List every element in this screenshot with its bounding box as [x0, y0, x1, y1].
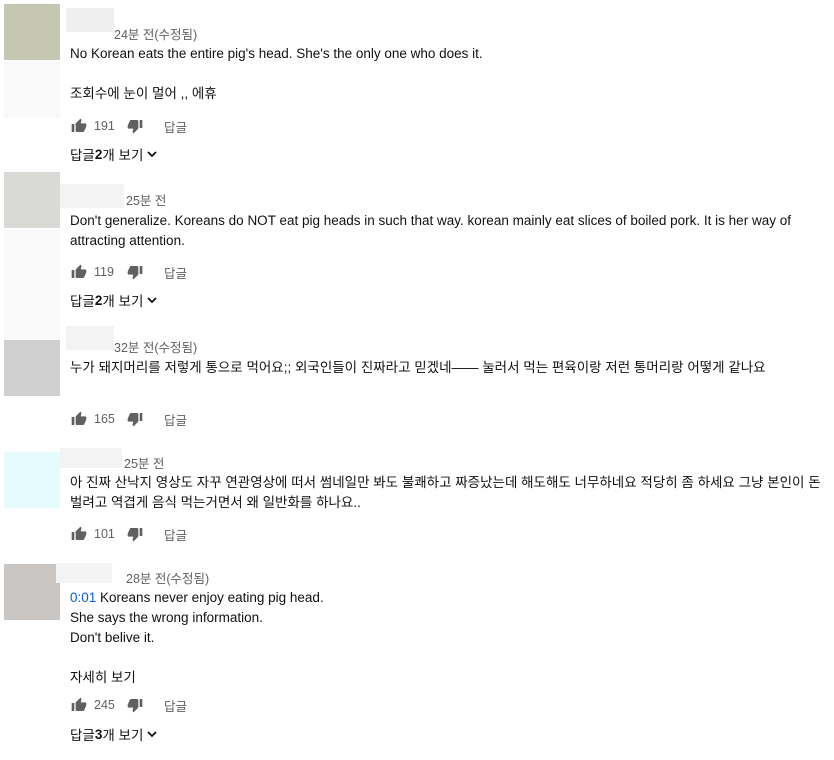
chevron-down-icon	[146, 728, 158, 740]
author-name-redacted[interactable]	[60, 184, 124, 208]
like-button[interactable]	[70, 696, 88, 714]
comment-text: 아 진짜 산낙지 영상도 자꾸 연관영상에 떠서 썸네일만 봐도 불쾌하고 짜증…	[70, 475, 821, 510]
thumb-up-icon	[71, 118, 87, 132]
reply-count: 2	[94, 146, 103, 162]
thumb-down-icon	[127, 266, 143, 280]
reply-count: 3	[94, 726, 103, 742]
comment-time[interactable]: 28분 전(수정됨)	[126, 568, 209, 587]
comment-actions: 245 답글	[70, 695, 187, 715]
comment-text: 누가 돼지머리를 저렇게 통으로 먹어요;; 외국인들이 진짜라고 믿겠네—— …	[70, 360, 766, 375]
dislike-button[interactable]	[126, 263, 144, 281]
view-replies-prefix: 답글	[70, 148, 95, 163]
like-count: 165	[94, 412, 115, 426]
reply-button[interactable]: 답글	[164, 410, 187, 429]
like-button[interactable]	[70, 117, 88, 135]
comment-text: Don't belive it.	[70, 630, 155, 645]
author-name-redacted[interactable]	[56, 563, 112, 583]
thumb-down-icon	[127, 699, 143, 713]
avatar-placeholder	[4, 62, 60, 118]
comment-actions: 165 답글	[70, 409, 187, 429]
reply-button[interactable]: 답글	[164, 117, 187, 136]
avatar-placeholder	[4, 284, 60, 340]
like-button[interactable]	[70, 263, 88, 281]
dislike-button[interactable]	[126, 117, 144, 135]
thumb-down-icon	[127, 528, 143, 542]
thumb-up-icon	[71, 697, 87, 711]
avatar-placeholder	[4, 230, 60, 286]
view-replies-suffix: 개 보기	[102, 148, 144, 163]
comment-text: 조회수에 눈이 멀어 ,, 에휴	[70, 86, 217, 101]
avatar[interactable]	[4, 172, 60, 228]
author-name-redacted[interactable]	[60, 448, 122, 468]
view-replies-button[interactable]: 답글 3개 보기	[70, 724, 158, 744]
like-button[interactable]	[70, 410, 88, 428]
like-count: 191	[94, 119, 115, 133]
comment-time[interactable]: 24분 전(수정됨)	[114, 24, 197, 43]
view-replies-button[interactable]: 답글 2개 보기	[70, 144, 158, 164]
like-count: 101	[94, 527, 115, 541]
like-button[interactable]	[70, 525, 88, 543]
dislike-button[interactable]	[126, 410, 144, 428]
view-replies-prefix: 답글	[70, 294, 95, 309]
reply-button[interactable]: 답글	[164, 263, 187, 282]
comment-actions: 101 답글	[70, 524, 187, 544]
comment-time[interactable]: 25분 전	[126, 190, 166, 209]
view-replies-button[interactable]: 답글 2개 보기	[70, 290, 158, 310]
dislike-button[interactable]	[126, 696, 144, 714]
reply-count: 2	[94, 292, 103, 308]
like-count: 245	[94, 698, 115, 712]
thumb-up-icon	[71, 411, 87, 425]
comment-text: Don't generalize. Koreans do NOT eat pig…	[70, 213, 791, 248]
author-name-redacted[interactable]	[66, 326, 114, 350]
dislike-button[interactable]	[126, 525, 144, 543]
comment-text: 0:01 Koreans never enjoy eating pig head…	[70, 588, 324, 608]
thumb-down-icon	[127, 413, 143, 427]
comment-text: She says the wrong information.	[70, 610, 263, 625]
reply-button[interactable]: 답글	[164, 525, 187, 544]
comment-time[interactable]: 32분 전(수정됨)	[114, 337, 197, 356]
reply-button[interactable]: 답글	[164, 696, 187, 715]
video-timestamp-link[interactable]: 0:01	[70, 590, 96, 605]
comment-time[interactable]: 25분 전	[124, 453, 164, 472]
avatar[interactable]	[4, 4, 60, 60]
avatar[interactable]	[4, 564, 60, 620]
comment-text: No Korean eats the entire pig's head. Sh…	[70, 46, 483, 61]
thumb-up-icon	[71, 264, 87, 278]
comment-actions: 119 답글	[70, 262, 187, 282]
comment-text-line: Koreans never enjoy eating pig head.	[96, 590, 324, 605]
like-count: 119	[94, 265, 114, 279]
avatar[interactable]	[4, 340, 60, 396]
avatar[interactable]	[4, 452, 60, 508]
chevron-down-icon	[146, 148, 158, 160]
comment-actions: 191 답글	[70, 116, 187, 136]
thumb-down-icon	[127, 120, 143, 134]
show-more-button[interactable]: 자세히 보기	[70, 666, 136, 686]
view-replies-suffix: 개 보기	[102, 294, 144, 309]
chevron-down-icon	[146, 294, 158, 306]
author-name-redacted[interactable]	[66, 8, 114, 32]
view-replies-prefix: 답글	[70, 728, 95, 743]
thumb-up-icon	[71, 526, 87, 540]
view-replies-suffix: 개 보기	[102, 728, 144, 743]
